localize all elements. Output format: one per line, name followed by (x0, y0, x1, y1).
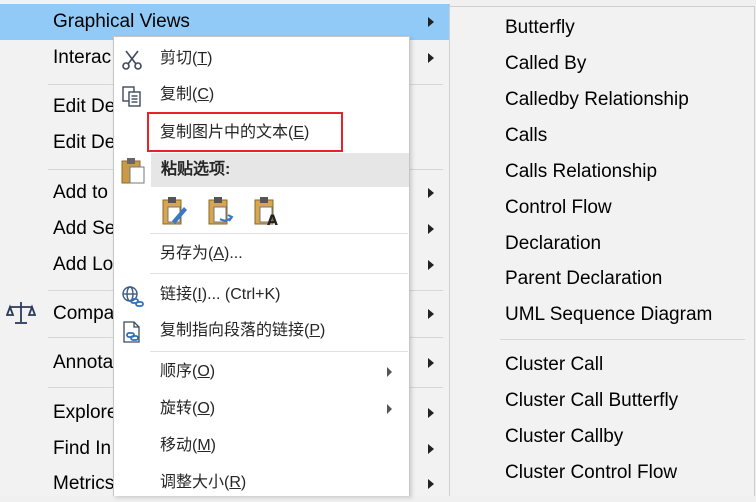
paste-options-row: A (160, 195, 360, 229)
submenu-arrow-icon (428, 260, 434, 270)
cut-menu-item[interactable]: 剪切(T) (114, 41, 409, 77)
submenu-item-parent-declaration[interactable]: Parent Declaration (505, 264, 662, 294)
menu-item-label: 复制(C) (160, 86, 215, 103)
menu-item-label: Compa (53, 303, 115, 324)
link-menu-item[interactable]: 链接(I)... (Ctrl+K) (114, 277, 409, 313)
menu-separator (150, 273, 408, 274)
menu-item-label: Edit De (53, 96, 116, 117)
submenu-arrow-icon (387, 404, 392, 414)
submenu-item-cluster-call[interactable]: Cluster Call (505, 350, 603, 380)
paste-icon (121, 158, 145, 184)
submenu-item-declaration[interactable]: Declaration (505, 229, 601, 259)
submenu-item-uml-sequence-diagram[interactable]: UML Sequence Diagram (505, 300, 712, 330)
menu-item-label: Add Se (53, 218, 116, 239)
submenu-item-calls[interactable]: Calls (505, 121, 547, 151)
menu-item-label: Metrics (53, 473, 115, 494)
submenu-item-control-flow[interactable]: Control Flow (505, 193, 612, 223)
copy-menu-item[interactable]: 复制(C) (114, 77, 409, 113)
menu-item-label: Find In (53, 438, 112, 459)
submenu-item-cluster-control-flow[interactable]: Cluster Control Flow (505, 458, 677, 488)
menu-item-label: 顺序(O) (160, 363, 216, 380)
paste-options-header: 粘贴选项: (151, 153, 409, 187)
menu-item-label: Add Lo (53, 254, 114, 275)
submenu-arrow-icon (428, 479, 434, 489)
red-highlight-box (147, 112, 343, 152)
menu-item-label: Edit De (53, 132, 116, 153)
submenu-arrow-icon (428, 53, 434, 63)
scissors-icon (122, 50, 142, 70)
document-link-icon (123, 321, 140, 343)
graphical-views-submenu: Butterfly Called By Calledby Relationshi… (449, 6, 755, 496)
menu-item-label: 链接(I)... (Ctrl+K) (160, 286, 281, 303)
menu-item-label: 复制指向段落的链接(P) (160, 322, 326, 339)
submenu-item-calledby-relationship[interactable]: Calledby Relationship (505, 85, 689, 115)
menu-item-label: 另存为(A)... (160, 245, 243, 262)
menu-item-graphical-views[interactable]: Graphical Views (0, 4, 450, 40)
paste-options-label: 粘贴选项: (161, 161, 231, 178)
copy-icon (122, 86, 141, 107)
menu-item-label: 旋转(O) (160, 400, 216, 417)
menu-separator (150, 351, 408, 352)
submenu-item-called-by[interactable]: Called By (505, 49, 586, 79)
menu-item-label: Explore (53, 402, 118, 423)
image-context-menu: 剪切(T) 复制(C) 复制图片中的文本(E) 粘贴选项: A 另存为(A)..… (113, 36, 410, 496)
menu-separator (150, 233, 408, 234)
submenu-item-calls-relationship[interactable]: Calls Relationship (505, 157, 657, 187)
move-menu-item[interactable]: 移动(M) (114, 428, 409, 464)
submenu-arrow-icon (428, 358, 434, 368)
submenu-item-butterfly[interactable]: Butterfly (505, 13, 575, 43)
submenu-arrow-icon (428, 224, 434, 234)
submenu-item-cluster-call-butterfly[interactable]: Cluster Call Butterfly (505, 386, 678, 416)
submenu-arrow-icon (428, 444, 434, 454)
menu-item-label: Graphical Views (53, 11, 190, 32)
save-as-menu-item[interactable]: 另存为(A)... (114, 236, 409, 272)
copy-link-to-paragraph-menu-item[interactable]: 复制指向段落的链接(P) (114, 313, 409, 349)
menu-item-label: 移动(M) (160, 437, 216, 454)
svg-text:A: A (267, 213, 278, 227)
submenu-arrow-icon (428, 408, 434, 418)
menu-item-label: Interac (53, 47, 112, 68)
submenu-arrow-icon (428, 309, 434, 319)
paste-keep-formatting-icon[interactable] (160, 195, 188, 227)
menu-item-label: 剪切(T) (160, 50, 213, 67)
order-menu-item[interactable]: 顺序(O) (114, 354, 409, 390)
paste-merge-formatting-icon[interactable] (206, 195, 234, 227)
submenu-arrow-icon (428, 188, 434, 198)
paste-text-only-icon[interactable]: A (252, 195, 280, 227)
submenu-item-cluster-callby[interactable]: Cluster Callby (505, 422, 623, 452)
submenu-arrow-icon (387, 367, 392, 377)
submenu-arrow-icon (428, 17, 434, 27)
menu-item-label: Annota (53, 352, 114, 373)
menu-item-label: Add to (53, 182, 108, 203)
rotate-menu-item[interactable]: 旋转(O) (114, 391, 409, 427)
submenu-separator (500, 339, 745, 340)
globe-link-icon (122, 286, 144, 307)
